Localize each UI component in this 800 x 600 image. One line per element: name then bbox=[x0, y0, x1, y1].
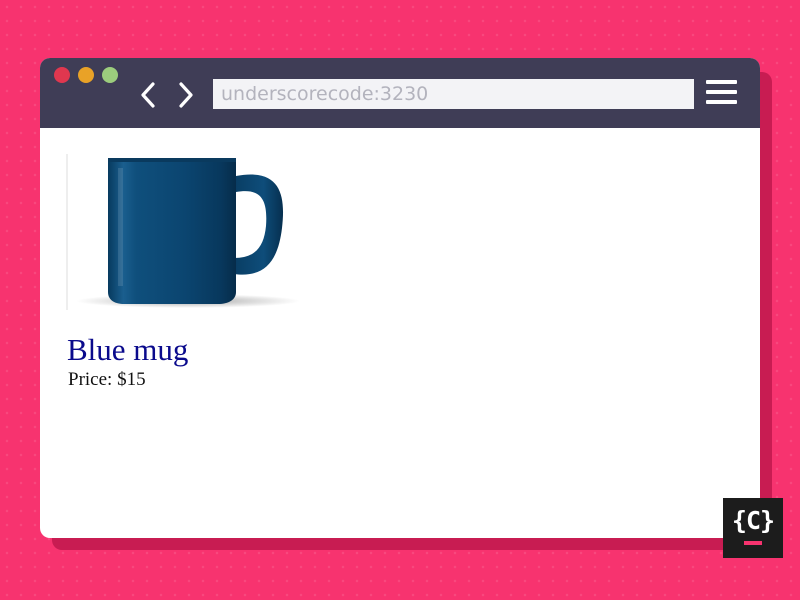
product-title-link[interactable]: Blue mug bbox=[67, 332, 188, 368]
product-image bbox=[66, 154, 306, 310]
menu-button[interactable] bbox=[706, 80, 740, 108]
chevron-left-icon bbox=[141, 82, 155, 108]
forward-button[interactable] bbox=[174, 80, 198, 110]
page-content: Blue mug Price: $15 bbox=[40, 128, 760, 538]
chevron-right-icon bbox=[179, 82, 193, 108]
minimize-window-button[interactable] bbox=[78, 67, 94, 83]
browser-toolbar bbox=[40, 58, 760, 128]
address-bar[interactable] bbox=[213, 79, 694, 109]
product-price: Price: $15 bbox=[68, 369, 146, 390]
back-button[interactable] bbox=[136, 80, 160, 110]
logo-underscore-bar bbox=[744, 541, 762, 545]
close-window-button[interactable] bbox=[54, 67, 70, 83]
browser-window: Blue mug Price: $15 bbox=[40, 58, 760, 538]
mug-icon bbox=[76, 158, 300, 308]
underscorecode-logo: {C} bbox=[723, 498, 783, 558]
hamburger-menu-icon bbox=[706, 80, 737, 84]
logo-text: {C} bbox=[731, 506, 775, 535]
maximize-window-button[interactable] bbox=[102, 67, 118, 83]
